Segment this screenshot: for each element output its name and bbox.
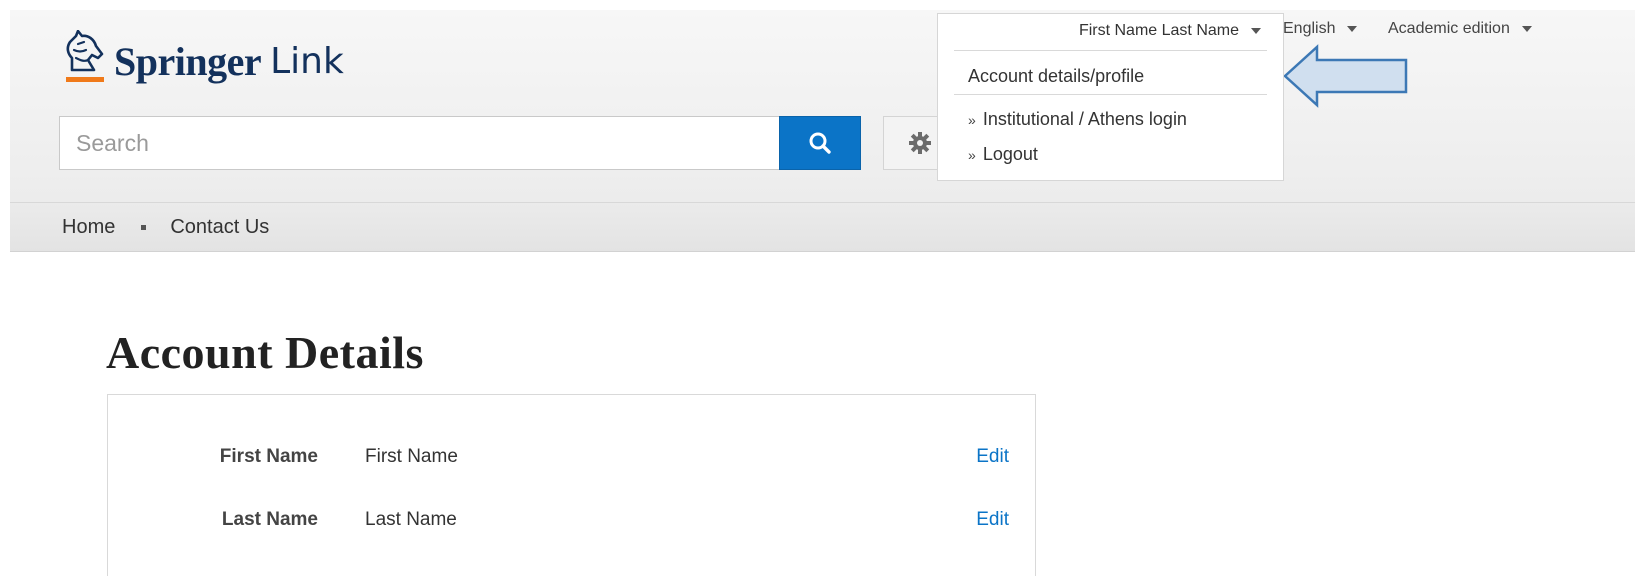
raquo-icon: » (968, 147, 976, 163)
search-icon (809, 132, 831, 154)
first-name-value: First Name (365, 446, 458, 467)
springer-link-logo[interactable]: Springer Link (58, 30, 344, 92)
raquo-icon: » (968, 112, 976, 128)
nav-bar: Home Contact Us (10, 203, 1635, 252)
last-name-label: Last Name (221, 509, 318, 530)
logo-brand-text: Springer (114, 39, 262, 84)
caret-down-icon (1347, 26, 1358, 32)
menu-item-label: Institutional / Athens login (982, 109, 1187, 129)
edit-last-name-link[interactable]: Edit (976, 509, 1009, 531)
menu-divider (954, 94, 1267, 95)
nav-contact-link[interactable]: Contact Us (170, 216, 269, 239)
horse-head-icon (66, 30, 104, 82)
first-name-label: First Name (219, 446, 318, 467)
arrow-left-icon (1283, 44, 1408, 108)
page-title: Account Details (106, 327, 424, 378)
user-menu-toggle[interactable]: First Name Last Name (1079, 22, 1261, 40)
caret-down-icon (1251, 28, 1261, 34)
menu-divider (954, 50, 1267, 51)
menu-item-label: Logout (982, 144, 1038, 164)
language-selector[interactable]: English (1283, 20, 1358, 38)
menu-item-logout[interactable]: » Logout (968, 144, 1038, 165)
edition-label: Academic edition (1388, 20, 1510, 37)
search-box (59, 116, 779, 170)
last-name-value: Last Name (365, 509, 457, 530)
menu-item-account-details[interactable]: Account details/profile (968, 66, 1144, 87)
menu-item-label: Account details/profile (968, 66, 1145, 86)
edition-selector[interactable]: Academic edition (1388, 20, 1532, 38)
search-options-button[interactable] (883, 116, 943, 170)
user-menu-dropdown: First Name Last Name Account details/pro… (937, 13, 1284, 181)
edit-first-name-link[interactable]: Edit (976, 446, 1009, 468)
nav-separator (141, 224, 147, 230)
nav-home-link[interactable]: Home (62, 216, 115, 239)
gear-icon (909, 132, 931, 154)
search-input[interactable] (60, 117, 779, 169)
search-button[interactable] (779, 116, 861, 170)
language-label: English (1283, 20, 1336, 37)
caret-down-icon (1521, 26, 1532, 32)
user-name: First Name Last Name (1078, 22, 1239, 39)
account-details-panel: First Name First Name Edit Last Name Las… (107, 394, 1036, 576)
menu-item-institutional-login[interactable]: » Institutional / Athens login (968, 109, 1187, 130)
logo-product-text: Link (270, 41, 344, 82)
